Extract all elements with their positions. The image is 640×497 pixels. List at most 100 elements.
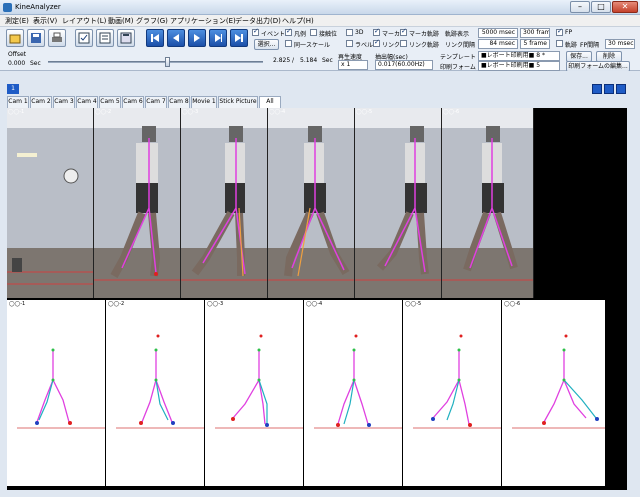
- open-file-icon[interactable]: [6, 29, 24, 47]
- app-icon: [3, 3, 12, 12]
- tab-movie-1[interactable]: Movie 1: [191, 96, 217, 108]
- stick-figure-3: [215, 334, 303, 429]
- legend-label: 凡例: [294, 31, 307, 38]
- video-frame-4[interactable]: ◯◯-4: [268, 108, 355, 298]
- tab-cam-3[interactable]: Cam 3: [53, 96, 75, 108]
- stick-label-3: ◯◯-3: [207, 301, 224, 307]
- save-icon[interactable]: [27, 29, 45, 47]
- video-frame-1[interactable]: ◯◯-1: [7, 108, 94, 298]
- video-frame-2[interactable]: ◯◯-2: [94, 108, 181, 298]
- tab-cam-1[interactable]: Cam 1: [7, 96, 29, 108]
- stick-panel-6[interactable]: ◯◯-6: [502, 300, 606, 486]
- playback-speed-select[interactable]: x 1: [338, 60, 368, 70]
- video-frame-1-image: [7, 108, 93, 298]
- event-checkbox[interactable]: [252, 27, 259, 36]
- maximize-button[interactable]: □: [591, 1, 611, 13]
- tab-cam-2[interactable]: Cam 2: [30, 96, 52, 108]
- stick-panel-2[interactable]: ◯◯-2: [106, 300, 205, 486]
- label-label: ラベル: [355, 42, 374, 49]
- trajectory-checkbox[interactable]: [556, 40, 563, 47]
- link-checkbox[interactable]: [373, 38, 380, 47]
- view-index-badge[interactable]: 1: [7, 84, 19, 94]
- stick-label-5: ◯◯-5: [405, 301, 422, 307]
- skip-start-icon[interactable]: [146, 29, 164, 47]
- template-select[interactable]: ■レポート印刷用■ 8 *: [478, 51, 560, 61]
- video-frame-5[interactable]: ◯◯-5: [355, 108, 442, 298]
- frame-label-5: ◯◯-5: [356, 109, 373, 115]
- play-icon[interactable]: [188, 29, 206, 47]
- time-separator: /: [292, 57, 295, 64]
- contact-checkbox[interactable]: [310, 29, 317, 36]
- frame-interval-select[interactable]: 0.017(60.00Hz): [375, 60, 433, 70]
- legend-checkbox[interactable]: [285, 27, 292, 36]
- video-frame-2-image: [94, 108, 180, 298]
- traj-display-field[interactable]: 5000 msec: [478, 28, 518, 38]
- link-interval-field[interactable]: 84 msec: [478, 39, 518, 49]
- menu-help[interactable]: ヘルプ(H): [282, 16, 314, 26]
- 3d-checkbox[interactable]: [346, 29, 353, 36]
- stick-figure-4: [314, 334, 402, 429]
- skip-end-icon[interactable]: [230, 29, 248, 47]
- layout-icon[interactable]: [604, 84, 614, 94]
- camera-tabs: Cam 1 Cam 2 Cam 3 Cam 4 Cam 5 Cam 6 Cam …: [7, 96, 627, 109]
- stick-panel-4[interactable]: ◯◯-4: [304, 300, 403, 486]
- fullscreen-icon[interactable]: [616, 84, 626, 94]
- stick-panel-5[interactable]: ◯◯-5: [403, 300, 502, 486]
- marker-checkbox[interactable]: [373, 27, 380, 36]
- link-trajectory-checkbox[interactable]: [400, 40, 407, 47]
- calculator-icon[interactable]: [117, 29, 135, 47]
- menu-view[interactable]: 表示(V): [33, 16, 57, 26]
- close-button[interactable]: ✕: [612, 1, 638, 13]
- video-frame-4-image: [268, 108, 354, 298]
- video-frame-3[interactable]: ◯◯-3: [181, 108, 268, 298]
- menu-movie[interactable]: 動画(M): [108, 16, 134, 26]
- menu-data-output[interactable]: データ出力(D): [235, 16, 281, 26]
- step-back-icon[interactable]: [167, 29, 185, 47]
- fp-label: FP: [565, 29, 573, 36]
- marker-label: マーカ: [382, 31, 401, 38]
- link-interval-frames[interactable]: 5 frame: [520, 39, 550, 49]
- tab-cam-8[interactable]: Cam 8: [168, 96, 190, 108]
- offset-value[interactable]: 0.000: [8, 60, 25, 67]
- list-icon[interactable]: [96, 29, 114, 47]
- template-label: テンプレート: [440, 54, 476, 61]
- minimize-button[interactable]: –: [570, 1, 590, 13]
- tab-cam-7[interactable]: Cam 7: [145, 96, 167, 108]
- timeline-thumb[interactable]: [165, 57, 170, 67]
- export-icon[interactable]: [592, 84, 602, 94]
- tab-stick-picture[interactable]: Stick Picture: [218, 96, 258, 108]
- label-checkbox[interactable]: [346, 40, 353, 47]
- fp-checkbox[interactable]: [556, 27, 563, 36]
- print-icon[interactable]: [48, 29, 66, 47]
- contact-label: 接触位: [319, 31, 338, 38]
- fp-interval-field[interactable]: 30 msec: [605, 39, 635, 49]
- step-forward-icon[interactable]: [209, 29, 227, 47]
- traj-display-frames[interactable]: 300 frame: [520, 28, 550, 38]
- stick-panel-3[interactable]: ◯◯-3: [205, 300, 304, 486]
- 3d-label: 3D: [355, 29, 364, 36]
- stick-label-1: ◯◯-1: [9, 301, 26, 307]
- time-total: 5.184: [300, 57, 318, 64]
- menu-layout[interactable]: レイアウト(L): [62, 16, 106, 26]
- video-frame-6[interactable]: ◯◯-6: [442, 108, 534, 298]
- print-form-select[interactable]: ■レポート印刷用■ 5: [478, 61, 560, 71]
- link-interval-label: リンク間隔: [445, 42, 476, 49]
- timeline-slider[interactable]: [48, 61, 263, 63]
- tab-cam-6[interactable]: Cam 6: [122, 96, 144, 108]
- stick-label-2: ◯◯-2: [108, 301, 125, 307]
- fp-interval-label: FP間隔: [580, 42, 600, 49]
- main-toolbar: Offset 0.000 Sec 2.825 / 5.184 Sec イベント …: [0, 27, 640, 72]
- check-icon[interactable]: [75, 29, 93, 47]
- marker-trajectory-checkbox[interactable]: [400, 27, 407, 36]
- same-scale-checkbox[interactable]: [285, 40, 292, 47]
- menu-application[interactable]: アプリケーション(E): [170, 16, 236, 26]
- link-trajectory-label: リンク軌跡: [409, 42, 440, 49]
- stick-panel-1[interactable]: ◯◯-1: [7, 300, 106, 486]
- select-button[interactable]: 選択...: [254, 39, 279, 50]
- tab-cam-5[interactable]: Cam 5: [99, 96, 121, 108]
- menu-measure[interactable]: 測定(E): [5, 16, 29, 26]
- time-unit: Sec: [322, 57, 333, 64]
- menu-graph[interactable]: グラフ(G): [136, 16, 168, 26]
- print-form-label: 印刷フォーム: [440, 64, 476, 71]
- tab-cam-4[interactable]: Cam 4: [76, 96, 98, 108]
